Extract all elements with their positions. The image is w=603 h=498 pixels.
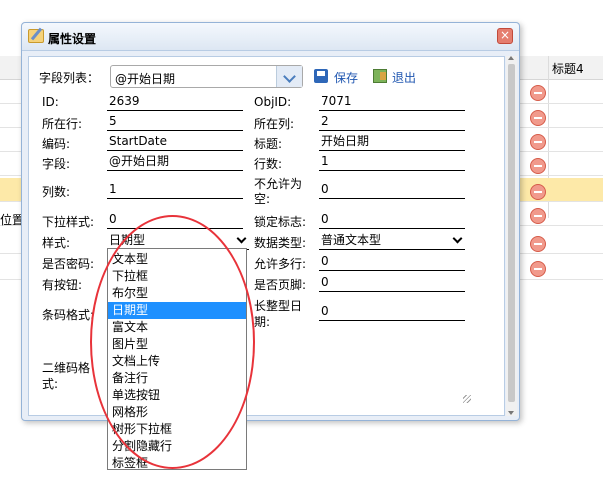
delete-icon[interactable] xyxy=(530,261,546,277)
notnull-label-cont: 空: xyxy=(254,192,271,206)
style-option[interactable]: 下拉框 xyxy=(108,268,246,285)
qrcode-textarea[interactable] xyxy=(243,327,473,405)
qrcode-label: 二维码格 xyxy=(42,361,91,375)
save-icon[interactable] xyxy=(314,69,328,83)
style-option[interactable]: 备注行 xyxy=(108,370,246,387)
footer-field[interactable]: 0 xyxy=(319,274,465,292)
lock-flag-field[interactable]: 0 xyxy=(319,211,465,229)
style-option[interactable]: 分割隐藏行 xyxy=(108,438,246,455)
barcode-label: 条码格式: xyxy=(42,308,95,322)
style-option[interactable]: 文档上传 xyxy=(108,353,246,370)
style-options-list[interactable]: 文本型 下拉框 布尔型 日期型 富文本 图片型 文档上传 备注行 单选按钮 网格形 树形下拉框 分割隐… xyxy=(107,248,247,470)
password-label: 是否密码: xyxy=(42,257,95,271)
exit-icon[interactable] xyxy=(373,69,387,83)
footer-label: 是否页脚: xyxy=(254,278,307,292)
edit-icon xyxy=(28,29,44,43)
scroll-up-icon[interactable] xyxy=(508,56,514,60)
row-pos-field[interactable]: 5 xyxy=(107,113,243,131)
delete-icon[interactable] xyxy=(530,184,546,200)
style-option[interactable]: 树形下拉框 xyxy=(108,421,246,438)
title-field[interactable]: 开始日期 xyxy=(319,133,465,151)
style-option[interactable]: 富文本 xyxy=(108,319,246,336)
notnull-field[interactable]: 0 xyxy=(319,181,465,199)
code-field[interactable]: StartDate xyxy=(107,133,243,151)
title-label: 标题: xyxy=(254,137,283,151)
delete-icon[interactable] xyxy=(530,85,546,101)
delete-icon[interactable] xyxy=(530,208,546,224)
dropdown-style-field[interactable]: 0 xyxy=(107,211,243,229)
chevron-down-icon[interactable] xyxy=(276,66,302,87)
field-list-select[interactable]: @开始日期 xyxy=(110,65,303,88)
dialog-title: 属性设置 xyxy=(48,32,97,46)
screen: 标题4 位置 属性设置 × 字段列表： @开始日期 保存 退出 ID: 2639… xyxy=(0,0,603,498)
delete-icon[interactable] xyxy=(530,236,546,252)
field-list-label: 字段列表： xyxy=(39,71,100,85)
style-label: 样式: xyxy=(42,236,71,250)
style-option[interactable]: 日期型 xyxy=(108,302,246,319)
chevron-down-icon[interactable] xyxy=(452,233,463,244)
row-pos-label: 所在行: xyxy=(42,117,83,131)
multiline-label: 允许多行: xyxy=(254,257,307,271)
longdate-field[interactable]: 0 xyxy=(319,303,465,321)
lock-flag-label: 锁定标志: xyxy=(254,215,307,229)
col-pos-label: 所在列: xyxy=(254,117,295,131)
dialog-titlebar[interactable]: 属性设置 × xyxy=(22,23,519,51)
objid-field[interactable]: 7071 xyxy=(319,93,465,111)
col-pos-field[interactable]: 2 xyxy=(319,113,465,131)
id-label: ID: xyxy=(42,95,59,109)
style-option[interactable]: 布尔型 xyxy=(108,285,246,302)
dialog-body: 字段列表： @开始日期 保存 退出 ID: 2639 ObjID: 7071 所… xyxy=(28,56,505,416)
save-button[interactable]: 保存 xyxy=(334,69,358,86)
style-option[interactable]: 标签框 xyxy=(108,455,246,472)
qrcode-label-cont: 式: xyxy=(42,377,59,391)
datatype-select[interactable]: 普通文本型 xyxy=(319,232,465,250)
multiline-field[interactable]: 0 xyxy=(319,253,465,271)
properties-dialog: 属性设置 × 字段列表： @开始日期 保存 退出 ID: 2639 ObjID:… xyxy=(21,22,520,421)
style-value: 日期型 xyxy=(109,233,146,247)
datatype-label: 数据类型: xyxy=(254,236,307,250)
style-option[interactable]: 单选按钮 xyxy=(108,387,246,404)
field-field[interactable]: @开始日期 xyxy=(107,153,243,171)
datatype-value: 普通文本型 xyxy=(321,233,382,247)
longdate-label: 长整型日 xyxy=(254,299,303,313)
exit-button[interactable]: 退出 xyxy=(392,69,416,86)
style-option[interactable]: 文本型 xyxy=(108,251,246,268)
code-label: 编码: xyxy=(42,137,71,151)
field-label: 字段: xyxy=(42,157,71,171)
delete-icon[interactable] xyxy=(530,158,546,174)
dropdown-style-label: 下拉样式: xyxy=(42,215,95,229)
rowcount-field[interactable]: 1 xyxy=(319,153,465,171)
style-option[interactable]: 网格形 xyxy=(108,404,246,421)
scroll-down-icon[interactable] xyxy=(508,411,514,415)
scrollbar-thumb[interactable] xyxy=(508,64,515,402)
scrollbar[interactable] xyxy=(506,56,517,416)
field-list-value: @开始日期 xyxy=(115,72,176,86)
close-button[interactable]: × xyxy=(497,28,513,44)
delete-icon[interactable] xyxy=(530,110,546,126)
chevron-down-icon[interactable] xyxy=(236,233,247,244)
id-field[interactable]: 2639 xyxy=(107,93,243,111)
colcount-label: 列数: xyxy=(42,185,71,199)
column-header-title4[interactable]: 标题4 xyxy=(552,60,584,77)
style-option[interactable]: 图片型 xyxy=(108,336,246,353)
resize-grip-icon[interactable] xyxy=(463,395,471,403)
rowcount-label: 行数: xyxy=(254,157,283,171)
colcount-field[interactable]: 1 xyxy=(107,181,243,199)
objid-label: ObjID: xyxy=(254,95,292,109)
hasbutton-label: 有按钮: xyxy=(42,278,83,292)
delete-icon[interactable] xyxy=(530,134,546,150)
